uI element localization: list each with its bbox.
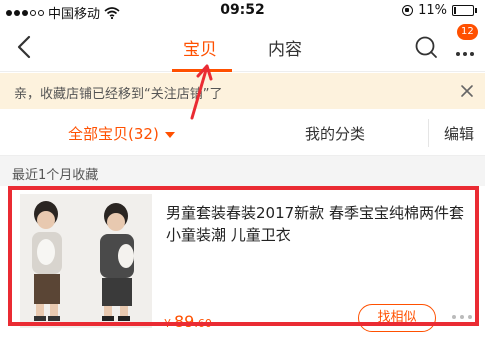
rotation-lock-icon (402, 5, 414, 16)
filter-bar: 全部宝贝(32) 我的分类 编辑 (0, 109, 485, 156)
section-header: 最近1个月收藏 (0, 156, 485, 186)
active-tab-indicator (172, 69, 232, 72)
divider (428, 119, 429, 147)
battery-level (454, 7, 456, 14)
battery-percent: 11% (418, 3, 447, 18)
tab-items[interactable]: 宝贝 (183, 35, 217, 60)
product-photo (20, 194, 152, 328)
battery-icon (452, 5, 474, 16)
section-title: 最近1个月收藏 (12, 168, 99, 183)
product-title[interactable]: 男童套装春装2017新款 春季宝宝纯棉两件套小童装潮 儿童卫衣 (166, 202, 476, 246)
battery-cap (475, 8, 477, 13)
product-thumbnail[interactable] (20, 194, 152, 328)
my-category-filter[interactable]: 我的分类 (305, 123, 365, 144)
status-right: 11% (402, 3, 477, 18)
message-count-badge: 12 (457, 24, 478, 40)
find-similar-button[interactable]: 找相似 (358, 304, 436, 332)
item-more-icon[interactable] (450, 313, 474, 321)
favorite-item[interactable]: 男童套装春装2017新款 春季宝宝纯棉两件套小童装潮 儿童卫衣 ¥89.60 找… (0, 186, 485, 342)
top-navbar: 宝贝 内容 12 (0, 22, 485, 72)
all-items-filter[interactable]: 全部宝贝(32) (68, 123, 175, 144)
dropdown-caret-icon (164, 132, 175, 138)
all-items-label: 全部宝贝(32) (68, 125, 159, 143)
search-icon[interactable] (414, 35, 438, 59)
currency-symbol: ¥ (164, 317, 171, 330)
edit-button[interactable]: 编辑 (444, 123, 474, 144)
back-arrow-icon[interactable] (10, 32, 40, 62)
tab-content[interactable]: 内容 (268, 35, 302, 60)
close-icon[interactable] (457, 81, 477, 101)
status-bar: 中国移动 09:52 11% (0, 0, 485, 22)
price-integer: 89 (174, 312, 195, 331)
price-cents: .60 (194, 317, 212, 330)
notice-text: 亲，收藏店铺已经移到“关注店铺”了 (14, 87, 223, 102)
product-price: ¥89.60 (164, 312, 212, 331)
notice-banner: 亲，收藏店铺已经移到“关注店铺”了 (0, 73, 485, 109)
